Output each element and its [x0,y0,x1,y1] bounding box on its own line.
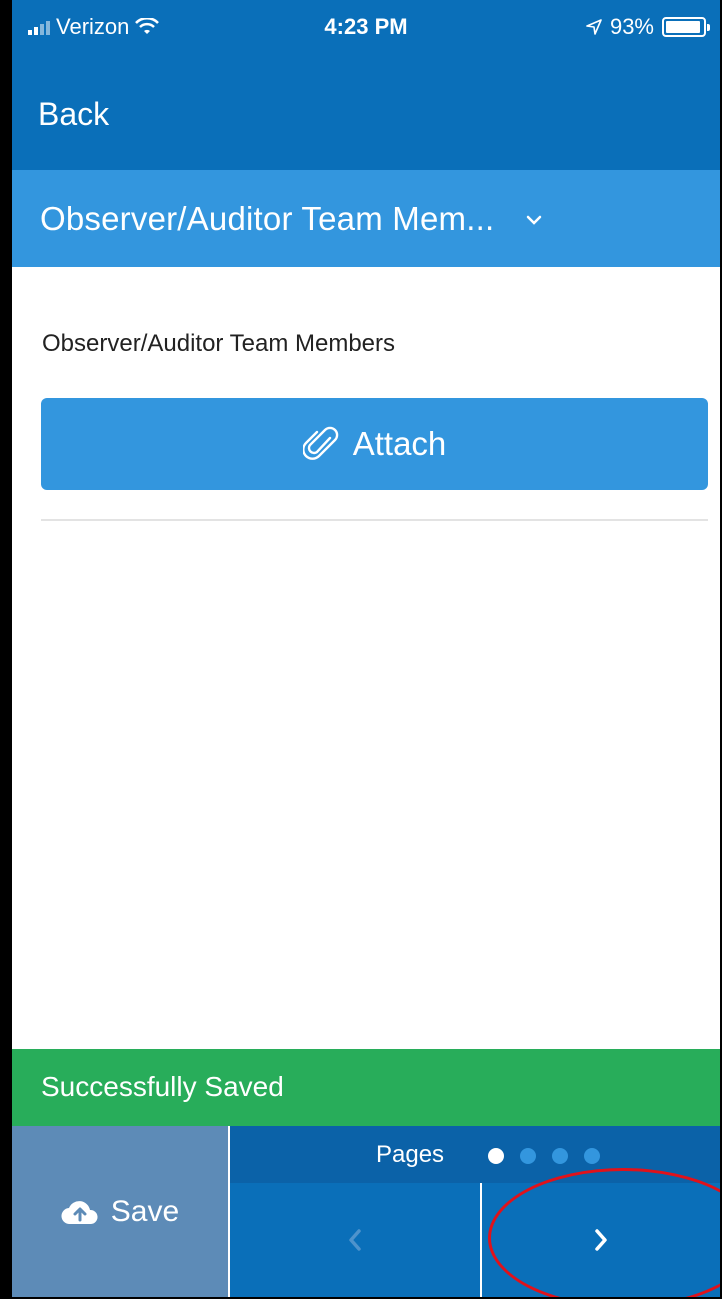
top-bar: Verizon 4:23 PM 93% Back [12,0,720,170]
back-button[interactable]: Back [38,96,109,133]
paperclip-icon [302,426,338,460]
page-dot-3[interactable] [552,1148,568,1164]
next-page-button[interactable] [482,1183,720,1297]
chevron-right-icon [595,1229,607,1251]
chevron-left-icon [349,1229,361,1251]
previous-page-button[interactable] [230,1183,482,1297]
location-arrow-icon [586,19,602,35]
save-button[interactable]: Save [12,1126,230,1297]
pages-label: Pages [376,1141,445,1168]
app-frame: Verizon 4:23 PM 93% Back Observer/Audito… [12,0,720,1297]
field-label: Observer/Auditor Team Members [42,330,396,357]
page-dot-4[interactable] [584,1148,600,1164]
page-dots [488,1148,600,1164]
page-dot-1[interactable] [488,1148,504,1164]
section-dropdown[interactable]: Observer/Auditor Team Mem... [12,170,720,267]
success-message: Successfully Saved [41,1071,284,1102]
battery-group: 93% [586,14,710,40]
attach-label: Attach [352,425,447,462]
battery-icon [662,17,710,37]
page-dot-2[interactable] [520,1148,536,1164]
chevron-down-icon [526,215,542,225]
pages-indicator: Pages [230,1126,720,1183]
section-title: Observer/Auditor Team Mem... [40,200,495,237]
save-label: Save [110,1194,180,1228]
divider [41,519,708,521]
status-bar: Verizon 4:23 PM 93% [12,0,720,56]
attach-button[interactable]: Attach [41,398,708,490]
battery-percent: 93% [609,14,654,39]
success-banner: Successfully Saved [12,1049,720,1126]
cloud-upload-icon [61,1200,98,1224]
